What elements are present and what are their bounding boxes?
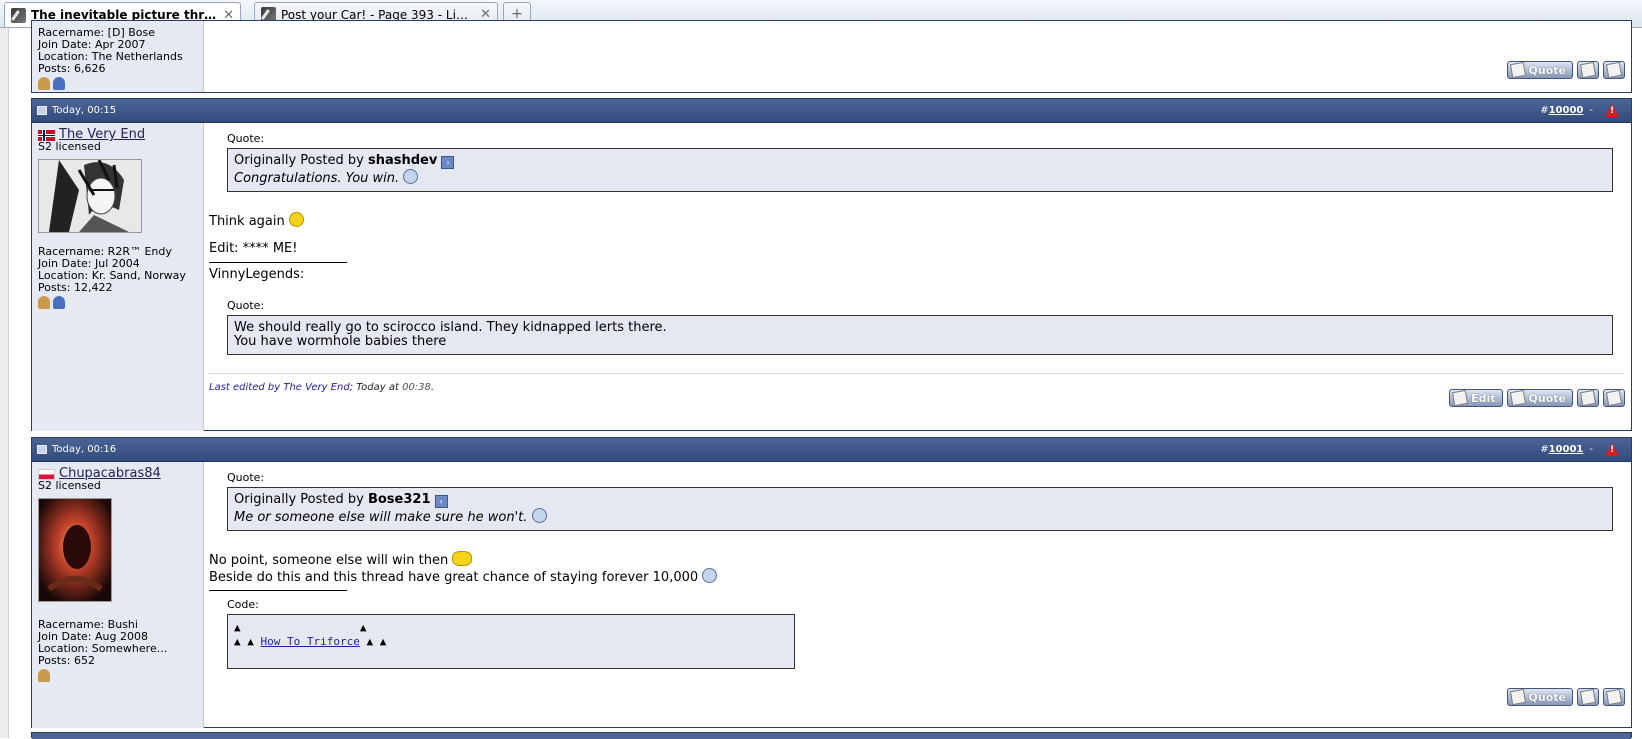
post-content: Quote: Originally Posted by shashdev › C… [204, 123, 1631, 431]
report-post-icon[interactable] [1605, 443, 1619, 456]
quote-icon [1509, 61, 1526, 79]
signature-divider [209, 262, 347, 263]
user-avatar[interactable] [38, 498, 112, 602]
post-date: Today, 00:15 [52, 105, 117, 116]
quote-box: Originally Posted by shashdev › Congratu… [227, 148, 1613, 192]
smile-icon [288, 212, 304, 227]
award-icon[interactable] [53, 296, 65, 309]
quote-button[interactable]: Quote [1506, 61, 1573, 79]
poland-flag-icon [38, 468, 55, 480]
code-line: ▲ ▲ [234, 621, 367, 634]
quote-text: We should really go to scirocco island. … [234, 320, 667, 335]
quote-button[interactable]: Quote [1506, 688, 1573, 706]
view-post-arrow-icon[interactable]: › [434, 495, 448, 508]
post-count: Posts: 6,626 [38, 62, 106, 75]
report-post-icon[interactable] [1605, 104, 1619, 117]
post-previous: Racername: [D] Bose Join Date: Apr 2007 … [31, 20, 1632, 93]
user-info: The Very End S2 licensed Racername: R2R™… [32, 123, 204, 431]
award-icon[interactable] [38, 669, 50, 682]
user-title: S2 licensed [38, 479, 101, 492]
post-10000: Today, 00:15 #10000 - The Very End S2 li… [31, 98, 1632, 431]
quote-author: shashdev [367, 153, 438, 168]
edit-icon [1452, 389, 1469, 407]
smiley-icon [531, 508, 547, 523]
quote-attribution: Originally Posted by [234, 492, 368, 507]
post-number-suffix: - [1589, 444, 1593, 455]
code-box: ▲ ▲ ▲ ▲ How To Triforce ▲ ▲ [227, 614, 795, 669]
post-header: Today, 00:16 #10001 - [32, 438, 1631, 462]
post-text: Beside do this and this thread have grea… [209, 570, 699, 585]
post-header: Today, 00:15 #10000 - [32, 99, 1631, 123]
quote-text: Me or someone else will make sure he won… [234, 510, 528, 525]
post-icon [37, 445, 47, 454]
multi-quote-icon [1579, 61, 1597, 79]
quote-icon [1509, 389, 1526, 407]
award-icon[interactable] [38, 77, 50, 90]
view-post-arrow-icon[interactable]: › [441, 156, 455, 169]
edited-note: Last edited by The Very End; Today at 00… [209, 373, 1623, 395]
user-title: S2 licensed [38, 140, 101, 153]
multi-quote-button[interactable] [1577, 389, 1599, 407]
post-number-suffix: - [1589, 105, 1593, 116]
post-number-link[interactable]: 10000 [1549, 105, 1584, 116]
smiley-icon [702, 568, 718, 583]
award-icon[interactable] [53, 77, 65, 90]
post-date: Today, 00:16 [52, 444, 117, 455]
code-label: Code: [227, 598, 259, 611]
post-count: Posts: 12,422 [38, 281, 113, 294]
quote-box: Originally Posted by Bose321 › Me or som… [227, 487, 1613, 531]
post-text: No point, someone else will win then [209, 553, 449, 568]
quote-label: Quote: [227, 299, 265, 312]
award-icon[interactable] [38, 296, 50, 309]
signature-divider [209, 590, 347, 591]
edited-by-link[interactable]: Last edited by The Very End [209, 382, 350, 393]
quick-reply-button[interactable] [1603, 688, 1625, 706]
quote-text: Congratulations. You win. [234, 171, 400, 186]
post-number-link[interactable]: 10001 [1549, 444, 1584, 455]
user-info: Chupacabras84 S2 licensed Racername: Bus… [32, 462, 204, 728]
user-info: Racername: [D] Bose Join Date: Apr 2007 … [32, 21, 204, 92]
post-number-prefix: # [1540, 444, 1549, 455]
multi-quote-icon [1579, 688, 1597, 706]
quick-reply-icon [1605, 688, 1623, 706]
quote-author: Bose321 [367, 492, 431, 507]
post-next-header [31, 732, 1632, 739]
quick-reply-icon [1605, 389, 1623, 407]
post-content: Quote [204, 21, 1631, 92]
edited-time: 00:38 [402, 382, 431, 393]
multi-quote-button[interactable] [1577, 688, 1599, 706]
smiley-icon [403, 169, 419, 184]
quote-icon [1509, 688, 1526, 706]
multi-quote-button[interactable] [1577, 61, 1599, 79]
site-favicon-icon [11, 7, 26, 23]
quote-label: Quote: [227, 471, 265, 484]
edit-button[interactable]: Edit [1449, 389, 1503, 407]
quote-button[interactable]: Quote [1506, 389, 1573, 407]
quick-reply-button[interactable] [1603, 389, 1625, 407]
post-number-prefix: # [1540, 105, 1549, 116]
user-avatar[interactable] [38, 159, 142, 233]
quote-attribution: Originally Posted by [234, 153, 368, 168]
post-icon [37, 106, 47, 115]
signature-text: VinnyLegends: [209, 267, 305, 282]
quote-box: We should really go to scirocco island. … [227, 315, 1613, 355]
smiley-icon [452, 551, 473, 566]
norway-flag-icon [38, 129, 55, 141]
post-10001: Today, 00:16 #10001 - Chupacabras84 S2 l… [31, 437, 1632, 728]
post-count: Posts: 652 [38, 654, 95, 667]
post-content: Quote: Originally Posted by Bose321 › Me… [204, 462, 1631, 728]
quick-reply-icon [1605, 61, 1623, 79]
post-text: Edit: **** ME! [209, 241, 298, 256]
quote-label: Quote: [227, 132, 265, 145]
page-left-border [0, 28, 9, 738]
post-text: Think again [209, 214, 285, 229]
code-link[interactable]: How To Triforce [261, 635, 360, 648]
quick-reply-button[interactable] [1603, 61, 1625, 79]
quote-text: You have wormhole babies there [234, 334, 447, 349]
multi-quote-icon [1579, 389, 1597, 407]
